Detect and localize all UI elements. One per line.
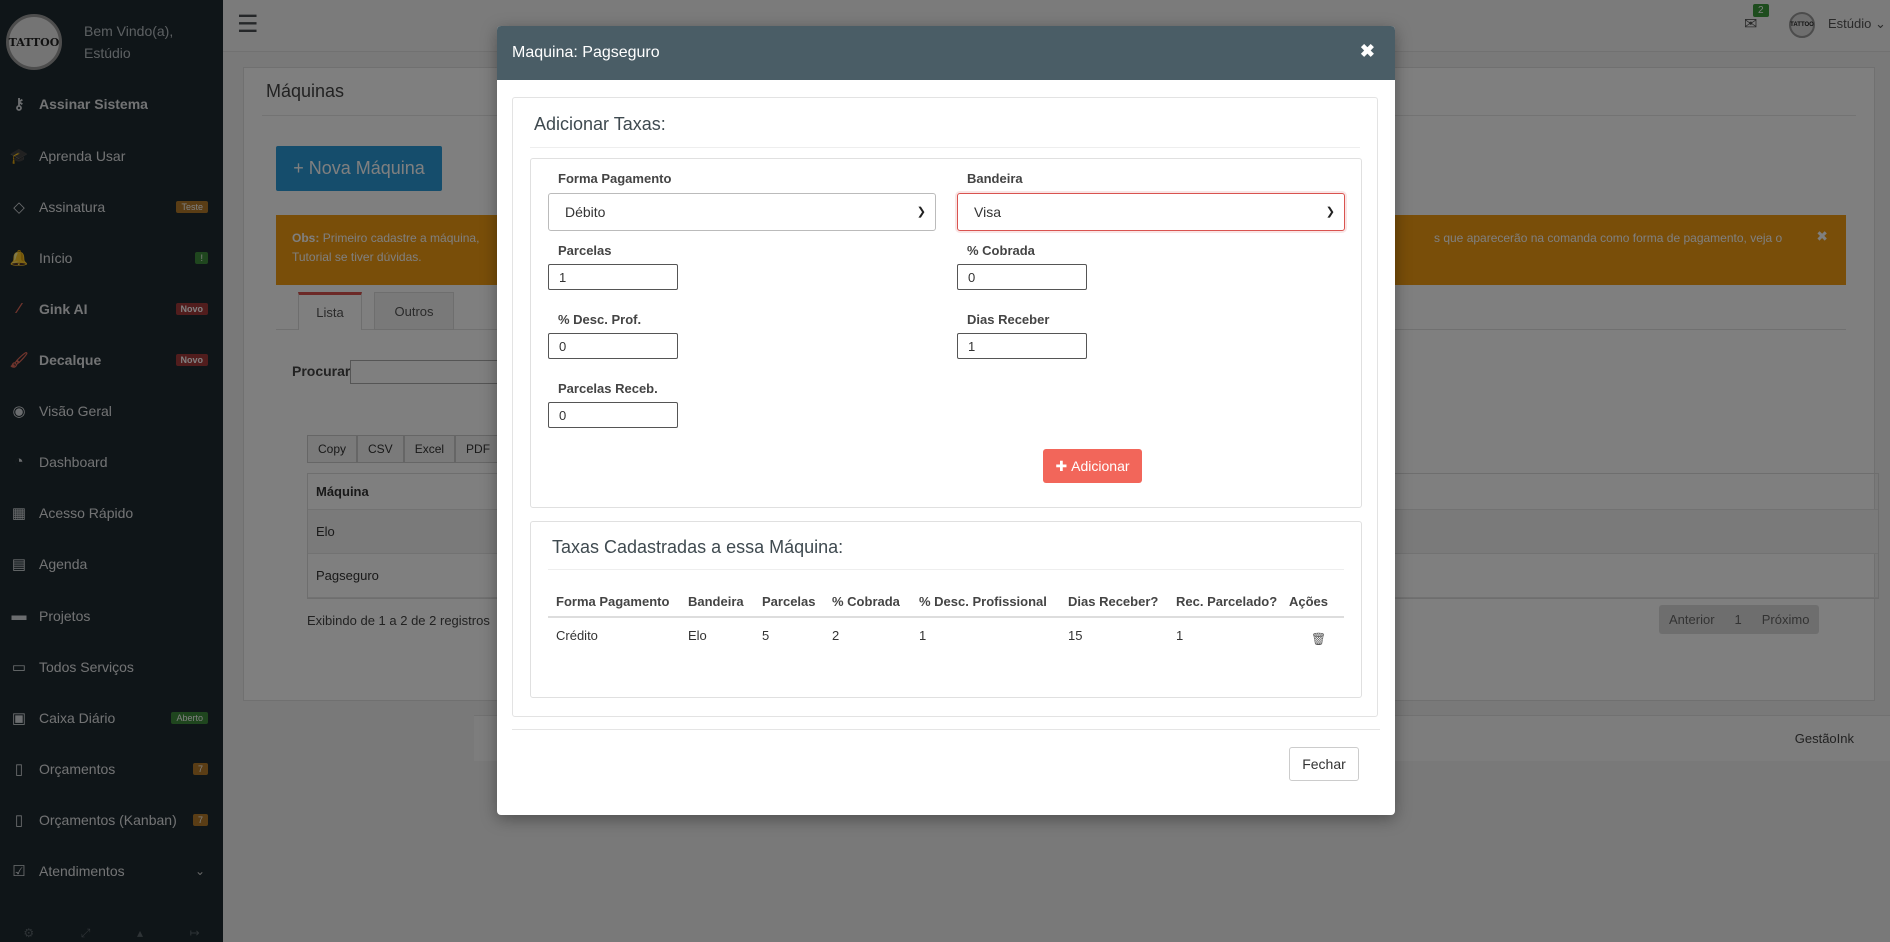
- close-button[interactable]: Fechar: [1289, 747, 1359, 781]
- modal-header: Maquina: Pagseguro: [497, 26, 1395, 80]
- receipt-installments-label: Parcelas Receb.: [558, 381, 658, 396]
- payment-method-value: Débito: [565, 204, 606, 220]
- table-row: Crédito Elo 5 2 1 15 1 🗑: [548, 618, 1344, 654]
- payment-method-select[interactable]: Débito ❯: [548, 193, 936, 231]
- column-header[interactable]: Forma Pagamento: [556, 594, 669, 609]
- cell-installment-receipt: 1: [1176, 628, 1184, 643]
- days-to-receive-field[interactable]: 1: [957, 333, 1087, 359]
- days-to-receive-label: Dias Receber: [967, 312, 1050, 327]
- divider: [530, 147, 1360, 148]
- add-rate-form: Forma Pagamento Débito ❯ Bandeira Visa ❯…: [530, 158, 1362, 508]
- cell-payment-method: Crédito: [556, 628, 598, 643]
- charged-percent-label: % Cobrada: [967, 243, 1035, 258]
- cell-days: 15: [1068, 628, 1083, 643]
- table-header: Forma Pagamento Bandeira Parcelas % Cobr…: [548, 584, 1344, 618]
- add-rate-label: Adicionar: [1071, 458, 1130, 474]
- trash-icon[interactable]: 🗑: [1311, 632, 1326, 646]
- card-flag-label: Bandeira: [967, 171, 1023, 186]
- chevron-down-icon: ❯: [1325, 206, 1335, 218]
- charged-percent-field[interactable]: 0: [957, 264, 1087, 290]
- registered-rates: Taxas Cadastradas a essa Máquina: Forma …: [530, 521, 1362, 698]
- modal-title: Maquina: Pagseguro: [512, 44, 660, 61]
- card-flag-value: Visa: [974, 204, 1001, 220]
- column-header: Ações: [1289, 594, 1329, 609]
- add-rate-button[interactable]: ✚ Adicionar: [1043, 449, 1142, 483]
- rates-title: Taxas Cadastradas a essa Máquina:: [552, 537, 844, 557]
- divider: [512, 729, 1380, 730]
- close-icon[interactable]: ✖: [1360, 41, 1375, 62]
- chevron-down-icon: ❯: [916, 206, 926, 218]
- column-header[interactable]: % Desc. Profissional: [919, 594, 1047, 609]
- installments-field[interactable]: 1: [548, 264, 678, 290]
- cell-flag: Elo: [688, 628, 707, 643]
- add-rates-box: Adicionar Taxas: Forma Pagamento Débito …: [512, 97, 1378, 717]
- prof-discount-field[interactable]: 0: [548, 333, 678, 359]
- column-header[interactable]: Parcelas: [762, 594, 816, 609]
- machine-rates-modal: Maquina: Pagseguro ✖ Adicionar Taxas: Fo…: [497, 26, 1395, 815]
- column-header[interactable]: Rec. Parcelado?: [1176, 594, 1277, 609]
- installments-label: Parcelas: [558, 243, 612, 258]
- card-flag-select[interactable]: Visa ❯: [957, 193, 1345, 231]
- divider: [548, 569, 1344, 570]
- prof-discount-label: % Desc. Prof.: [558, 312, 642, 327]
- column-header[interactable]: Dias Receber?: [1068, 594, 1158, 609]
- cell-charged: 2: [832, 628, 840, 643]
- payment-method-label: Forma Pagamento: [558, 171, 672, 186]
- rates-table: Forma Pagamento Bandeira Parcelas % Cobr…: [548, 584, 1344, 654]
- plus-icon: ✚: [1055, 457, 1068, 474]
- receipt-installments-field[interactable]: 0: [548, 402, 678, 428]
- section-title: Adicionar Taxas:: [534, 114, 666, 134]
- cell-installments: 5: [762, 628, 770, 643]
- column-header[interactable]: Bandeira: [688, 594, 744, 609]
- cell-prof-discount: 1: [919, 628, 927, 643]
- column-header[interactable]: % Cobrada: [832, 594, 900, 609]
